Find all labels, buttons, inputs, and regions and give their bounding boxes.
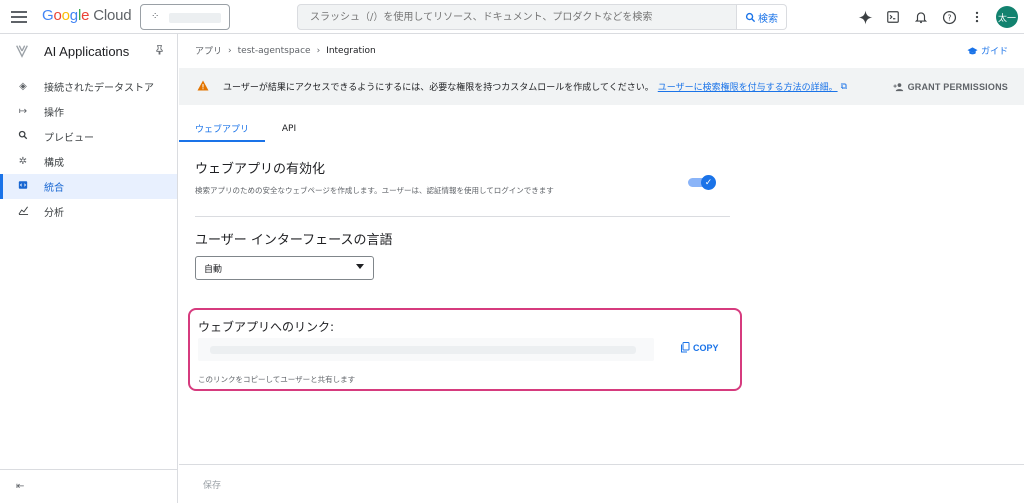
gemini-sparkle-icon[interactable] [856,8,874,26]
top-bar: Google Cloud ⁘ 検索 ? 太一 [0,0,1024,34]
webapp-enable-toggle[interactable]: ✓ [688,175,716,190]
copy-icon [681,342,690,353]
webapp-link-field[interactable] [198,338,654,361]
sidebar-item-analytics[interactable]: 分析 [0,199,177,224]
gear-icon: ✲ [18,156,28,167]
webapp-enable-section: ウェブアプリの有効化 検索アプリのための安全なウェブページを作成します。ユーザー… [195,158,730,196]
search-box [297,4,737,30]
webapp-enable-description: 検索アプリのための安全なウェブページを作成します。ユーザーは、認証情報を使用して… [195,186,554,195]
breadcrumb-apps[interactable]: アプリ [195,44,222,57]
sidebar-item-preview[interactable]: プレビュー [0,124,177,149]
banner-message: ユーザーが結果にアクセスできるようにするには、必要な権限を持つカスタムロールを作… [223,83,654,93]
search-icon [745,12,756,22]
chevron-right-icon: › [228,45,232,56]
grant-permissions-button[interactable]: GRANT PERMISSIONS [893,82,1008,92]
project-name-redacted [169,13,221,23]
open-in-new-icon: ⧉ [840,81,848,92]
collapse-sidebar-icon[interactable]: ⇤ [0,469,177,503]
sidebar-item-configuration[interactable]: ✲ 構成 [0,149,177,174]
pin-icon[interactable] [154,44,165,58]
account-avatar[interactable]: 太一 [996,6,1018,28]
tab-bar: ウェブアプリ API [179,116,1024,142]
breadcrumb-current: Integration [326,45,376,56]
chevron-right-icon: › [316,45,321,56]
product-title: AI Applications [44,43,130,59]
tab-api[interactable]: API [265,116,313,142]
webapp-link-redacted [210,346,636,354]
save-button[interactable]: 保存 [203,478,221,491]
sidebar-nav: ◈ 接続されたデータストア ↦ 操作 プレビュー ✲ 構成 統合 分析 [0,74,177,224]
guide-button[interactable]: ガイド [967,44,1008,57]
check-icon: ✓ [701,175,716,190]
arrows-icon: ↦ [18,106,28,117]
webapp-enable-title: ウェブアプリの有効化 [195,162,326,177]
datastore-icon: ◈ [19,81,27,92]
divider [195,216,730,217]
action-bar: 保存 [179,464,1024,503]
sidebar: AI Applications ◈ 接続されたデータストア ↦ 操作 プレビュー… [0,34,178,503]
svg-text:?: ? [947,13,951,22]
chart-icon [16,205,30,218]
person-add-icon [893,82,903,91]
sidebar-header: AI Applications [0,34,177,68]
sidebar-item-datastores[interactable]: ◈ 接続されたデータストア [0,74,177,99]
ui-language-value: 自動 [204,264,223,275]
google-cloud-logo[interactable]: Google Cloud [42,7,132,24]
breadcrumb: アプリ › test-agentspace › Integration [195,44,376,58]
copy-link-button[interactable]: COPY [680,342,719,353]
permissions-banner: ユーザーが結果にアクセスできるようにするには、必要な権限を持つカスタムロールを作… [179,68,1024,105]
ui-language-select[interactable]: 自動 [195,256,374,280]
dropdown-arrow-icon [356,264,364,269]
warning-icon [197,80,209,94]
main-content: アプリ › test-agentspace › Integration ガイド … [179,34,1024,503]
project-picker[interactable]: ⁘ [140,4,230,30]
webapp-link-section: ウェブアプリへのリンク: COPY このリンクをコピーしてユーザーと共有します [188,308,742,391]
project-icon: ⁘ [151,11,160,22]
search-input[interactable] [298,5,736,30]
tab-webapp[interactable]: ウェブアプリ [179,116,265,142]
help-icon[interactable]: ? [940,8,958,26]
ui-language-title: ユーザー インターフェースの言語 [195,233,393,248]
webapp-link-hint: このリンクをコピーしてユーザーと共有します [198,375,356,384]
sidebar-item-integration[interactable]: 統合 [0,174,177,199]
code-icon [16,180,30,193]
ai-applications-icon [14,43,30,59]
sidebar-item-actions[interactable]: ↦ 操作 [0,99,177,124]
school-icon [967,46,978,54]
search-icon [16,130,30,143]
top-icons: ? 太一 [856,4,1018,30]
banner-learn-more-link[interactable]: ユーザーに検索権限を付与する方法の詳細。 [658,80,838,93]
cloud-shell-icon[interactable] [884,8,902,26]
webapp-link-title: ウェブアプリへのリンク: [198,320,335,334]
breadcrumb-app[interactable]: test-agentspace [238,46,311,56]
hamburger-menu-icon[interactable] [10,8,28,26]
more-vert-icon[interactable] [968,8,986,26]
search-button[interactable]: 検索 [737,4,787,30]
notifications-bell-icon[interactable] [912,8,930,26]
